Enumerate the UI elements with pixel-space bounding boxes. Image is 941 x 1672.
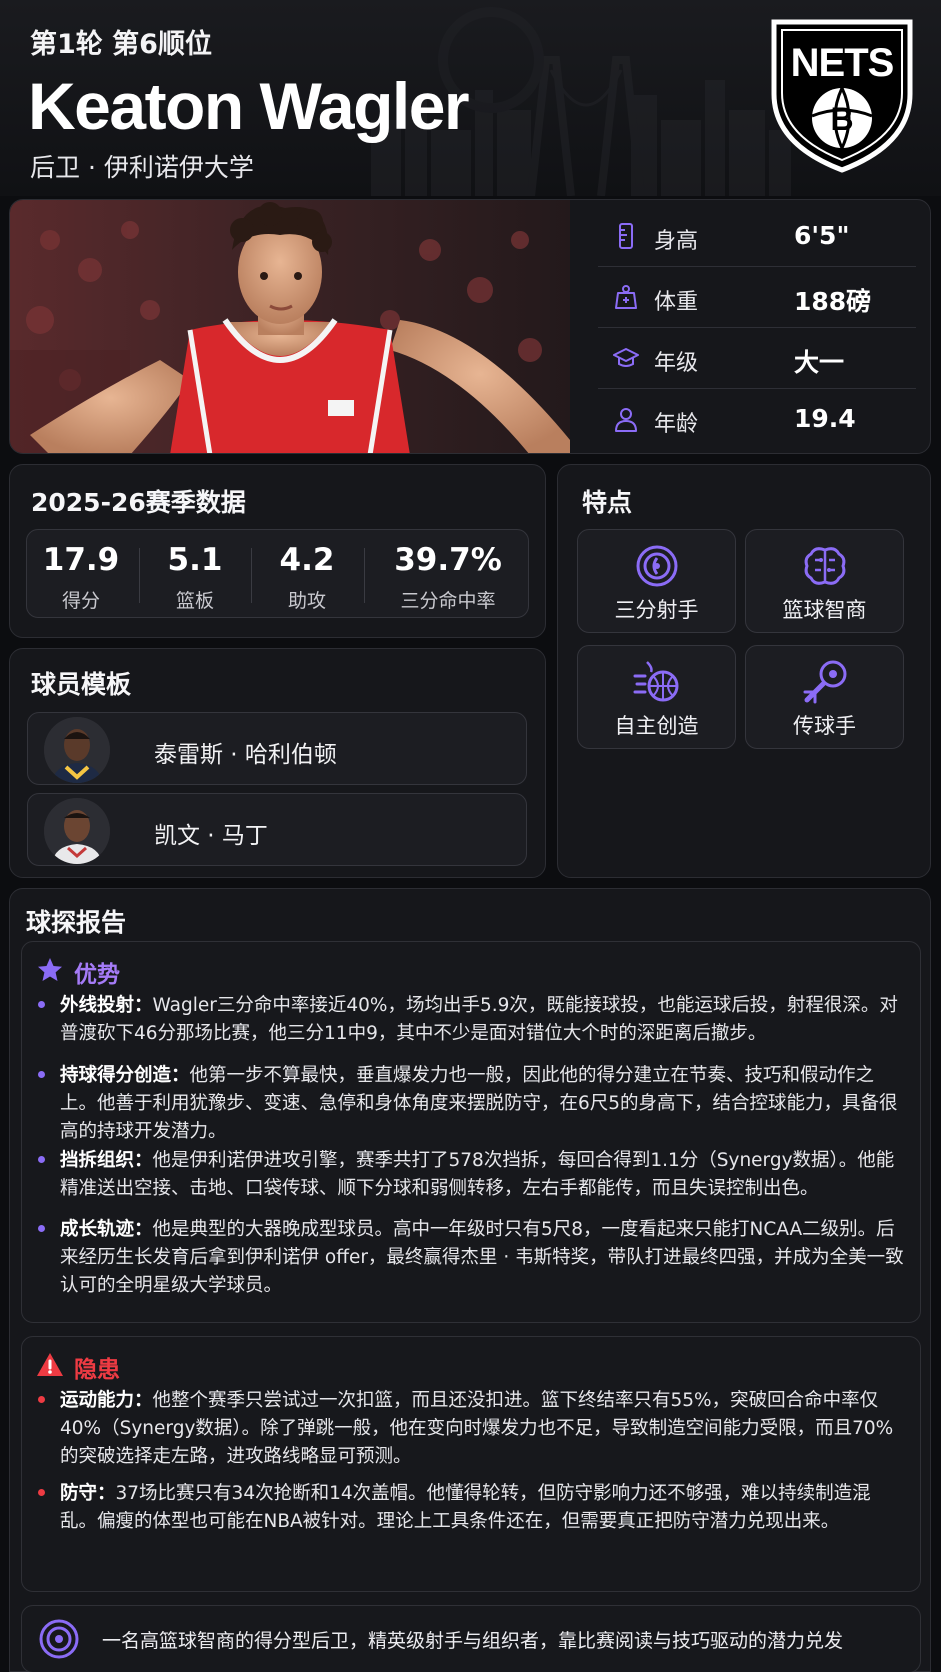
concern-text: 运动能力：他整个赛季只尝试过一次扣篮，而且还没扣进。篮下终结率只有55%，突破回…: [60, 1390, 894, 1467]
summary-text: 一名高篮球智商的得分型后卫，精英级射手与组织者，靠比赛阅读与技巧驱动的潜力兑发: [102, 1630, 844, 1652]
player-name: Keaton Wagler: [28, 69, 470, 143]
strength-text: 持球得分创造：他第一步不算最快，垂直爆发力也一般，因此他的得分建立在节奏、技巧和…: [60, 1065, 898, 1142]
header-banner: 第1轮 第6顺位 Keaton Wagler 后卫 · 伊利诺伊大学 NETS …: [0, 0, 941, 196]
stat-rebounds: 5.1 篮板: [143, 530, 247, 619]
concerns-heading: 隐患: [74, 1357, 120, 1383]
vital-value: 188磅: [794, 287, 872, 316]
strength-text: 挡拆组织：他是伊利诺伊进攻引擎，赛季共打了578次挡拆，每回合得到1.1分（Sy…: [60, 1150, 895, 1199]
vital-label: 体重: [654, 290, 699, 315]
template-player-name: 凯文 · 马丁: [154, 823, 268, 849]
stat-assists: 4.2 助攻: [255, 530, 359, 619]
vital-value: 大一: [794, 348, 845, 377]
avatar: [44, 798, 110, 864]
avatar: [44, 717, 110, 783]
target-icon: [636, 545, 678, 587]
bullet-dot: [38, 1225, 45, 1232]
vitals-panel: 身高 6'5" 体重 188磅 年级 大一 年龄 19.4: [584, 200, 930, 453]
stats-title: 2025-26赛季数据: [31, 488, 246, 517]
vital-row-age: 年龄 19.4: [598, 389, 916, 450]
template-item[interactable]: 泰雷斯 · 哈利伯顿: [27, 712, 527, 785]
dribble-basketball-icon: [633, 661, 679, 702]
star-icon: [38, 958, 62, 981]
vital-label: 年级: [654, 351, 699, 376]
strength-text: 外线投射：Wagler三分命中率接近40%，场均出手5.9次，既能接球投，也能运…: [60, 995, 898, 1044]
position-school: 后卫 · 伊利诺伊大学: [30, 153, 254, 182]
trait-iq: 篮球智商: [745, 529, 904, 633]
trait-label: 自主创造: [614, 714, 699, 738]
stat-value: 4.2: [279, 542, 335, 578]
strengths-heading: 优势: [74, 962, 120, 988]
player-profile-card: 身高 6'5" 体重 188磅 年级 大一 年龄 19.4: [9, 199, 931, 454]
person-icon: [615, 408, 637, 432]
stat-value: 39.7%: [394, 542, 502, 578]
summary-box: 一名高篮球智商的得分型后卫，精英级射手与组织者，靠比赛阅读与技巧驱动的潜力兑发: [21, 1605, 921, 1672]
trait-creator: 自主创造: [577, 645, 736, 749]
trait-label: 三分射手: [614, 598, 699, 622]
trait-passer: 传球手: [745, 645, 904, 749]
concern-text: 防守：37场比赛只有34次抢断和14次盖帽。他懂得轮转，但防守影响力还不够强，难…: [60, 1483, 871, 1532]
vital-row-weight: 体重 188磅: [598, 267, 916, 328]
vital-row-height: 身高 6'5": [598, 206, 916, 267]
trait-shooter: 三分射手: [577, 529, 736, 633]
stat-label: 三分命中率: [400, 590, 496, 612]
trait-label: 篮球智商: [782, 598, 867, 622]
svg-text:B: B: [830, 101, 853, 137]
bullet-dot: [38, 1396, 45, 1403]
bullet-dot: [38, 1489, 45, 1496]
bullet-dot: [38, 1001, 45, 1008]
bullet-dot: [38, 1071, 45, 1078]
divider: [364, 548, 365, 603]
draft-position: 第1轮 第6顺位: [30, 29, 212, 60]
warning-icon: [37, 1353, 63, 1376]
season-stats-card: 2025-26赛季数据 17.9 得分 5.1 篮板 4.2 助攻 39.7% …: [9, 464, 546, 638]
divider: [251, 548, 252, 603]
strength-text: 成长轨迹：他是典型的大器晚成型球员。高中一年级时只有5尺8，一度看起来只能打NC…: [60, 1219, 904, 1296]
templates-title: 球员模板: [31, 670, 132, 699]
stats-box: 17.9 得分 5.1 篮板 4.2 助攻 39.7% 三分命中率: [26, 529, 529, 618]
template-item[interactable]: 凯文 · 马丁: [27, 793, 527, 866]
weight-icon: [615, 285, 637, 309]
vital-value: 19.4: [794, 404, 856, 433]
vital-label: 年龄: [654, 412, 699, 437]
stat-label: 得分: [61, 590, 100, 612]
divider: [139, 548, 140, 603]
strengths-box: 优势 外线投射：Wagler三分命中率接近40%，场均出手5.9次，既能接球投，…: [21, 941, 921, 1323]
trait-label: 传球手: [793, 714, 856, 738]
player-templates-card: 球员模板 泰雷斯 · 哈利伯顿 凯文 · 马丁: [9, 648, 546, 878]
brain-icon: [804, 547, 846, 585]
concerns-box: 隐患 运动能力：他整个赛季只尝试过一次扣篮，而且还没扣进。篮下终结率只有55%，…: [21, 1336, 921, 1592]
stat-three-pct: 39.7% 三分命中率: [367, 530, 529, 619]
stat-value: 5.1: [167, 542, 223, 578]
nets-logo-icon: NETS B: [771, 19, 913, 173]
traits-card: 特点 三分射手 篮球智商 自主创造 传球手: [557, 464, 931, 878]
bullet-dot: [38, 1156, 45, 1163]
report-title: 球探报告: [26, 908, 127, 937]
pass-icon: [803, 660, 847, 704]
player-photo: [10, 200, 570, 453]
graduation-cap-icon: [613, 348, 639, 367]
vital-value: 6'5": [794, 221, 850, 250]
traits-title: 特点: [582, 488, 633, 517]
stat-points: 17.9 得分: [27, 530, 135, 619]
scouting-report-card: 球探报告 优势 外线投射：Wagler三分命中率接近40%，场均出手5.9次，既…: [9, 888, 931, 1672]
ruler-icon: [619, 223, 633, 249]
stat-value: 17.9: [42, 542, 120, 578]
svg-text:NETS: NETS: [791, 41, 894, 85]
stat-label: 篮板: [175, 590, 214, 612]
template-player-name: 泰雷斯 · 哈利伯顿: [154, 742, 337, 768]
vital-label: 身高: [654, 229, 699, 254]
target-icon: [39, 1619, 79, 1659]
stat-label: 助攻: [287, 590, 326, 612]
vital-row-grade: 年级 大一: [598, 328, 916, 389]
